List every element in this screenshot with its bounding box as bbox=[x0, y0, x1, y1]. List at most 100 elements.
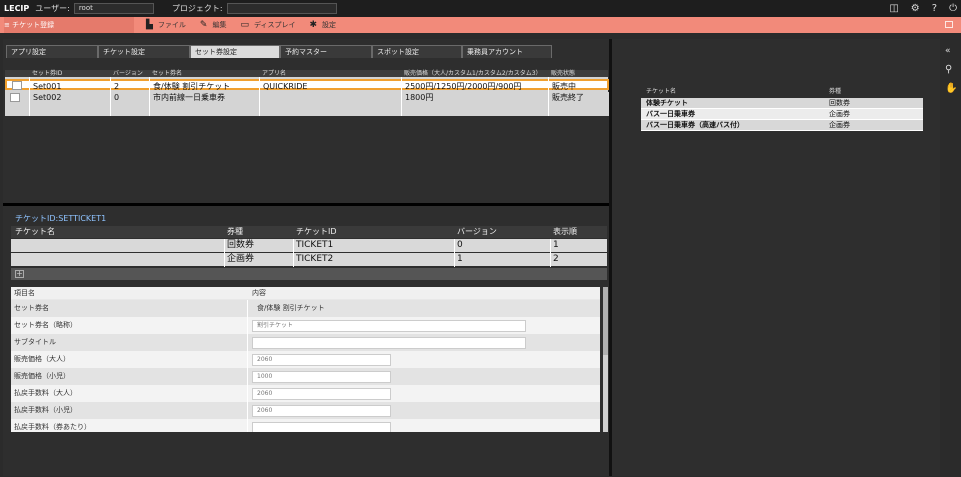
cell-ticket-version: 0 bbox=[457, 240, 463, 250]
menu-title[interactable]: ≡ チケット登録 bbox=[4, 17, 134, 33]
col-divider bbox=[247, 334, 248, 351]
list-item-type: 回数券 bbox=[829, 99, 850, 107]
tab-spot-settings[interactable]: スポット設定 bbox=[372, 45, 462, 58]
adult-price-input[interactable]: 2060 bbox=[252, 354, 391, 366]
form-row: 払戻手数料（大人） 2060 bbox=[11, 385, 600, 402]
col-divider bbox=[110, 77, 111, 116]
edit-icon: ✎ bbox=[199, 20, 208, 30]
ticket-list-grid: チケット名 券種 体験チケット 回数券 バス一日乗車券 企画券 バス一日乗車券（… bbox=[641, 86, 923, 131]
menu-edit-label: 編集 bbox=[212, 21, 227, 29]
per-ticket-refund-fee-input[interactable] bbox=[252, 422, 391, 432]
tab-crew-account[interactable]: 乗務員アカウント bbox=[462, 45, 552, 58]
col-divider bbox=[293, 239, 294, 267]
cell-status: 販売終了 bbox=[552, 93, 584, 102]
cell-price: 1800円 bbox=[405, 93, 434, 102]
form-row: 払戻手数料（券あたり） bbox=[11, 419, 600, 432]
col-ticket-version: バージョン bbox=[457, 227, 497, 236]
col-divider bbox=[247, 351, 248, 368]
hand-icon[interactable]: ✋ bbox=[945, 83, 957, 94]
form-row: セット券名 食/体験 割引チケット bbox=[11, 300, 600, 317]
col-ticket-id: チケットID bbox=[296, 227, 337, 236]
add-row-bar: + bbox=[11, 268, 607, 280]
cell-display-order: 1 bbox=[553, 240, 559, 250]
short-name-input[interactable]: 割引チケット bbox=[252, 320, 526, 332]
row-checkbox[interactable] bbox=[12, 81, 22, 90]
ticket-list-header: チケット名 券種 bbox=[641, 86, 923, 98]
ticket-grid: チケット名 券種 チケットID バージョン 表示順 回数券 TICKET1 0 … bbox=[11, 226, 607, 268]
logout-icon[interactable]: ⏻ bbox=[949, 0, 957, 17]
menu-display[interactable]: ▭ ディスプレイ bbox=[240, 20, 295, 30]
col-divider bbox=[247, 402, 248, 419]
menu-edit[interactable]: ✎ 編集 bbox=[200, 20, 227, 30]
child-price-input[interactable]: 1000 bbox=[252, 371, 391, 383]
cell-ticket-type: 回数券 bbox=[227, 240, 255, 250]
col-divider bbox=[401, 77, 402, 116]
menu-settings[interactable]: ✱ 設定 bbox=[310, 20, 337, 30]
adult-refund-fee-input[interactable]: 2060 bbox=[252, 388, 391, 400]
col-divider bbox=[550, 239, 551, 267]
detail-form: 項目名 内容 セット券名 食/体験 割引チケット セット券名（略称） 割引チケッ… bbox=[11, 287, 600, 432]
form-scrollbar[interactable] bbox=[603, 287, 608, 432]
field-label: 払戻手数料（大人） bbox=[14, 389, 77, 397]
form-row: サブタイトル bbox=[11, 334, 600, 351]
col-display-order: 表示順 bbox=[553, 227, 577, 236]
col-version: バージョン bbox=[113, 70, 143, 77]
split-divider[interactable] bbox=[3, 203, 609, 206]
row-checkbox[interactable] bbox=[10, 93, 20, 102]
col-divider bbox=[247, 385, 248, 402]
col-divider bbox=[454, 239, 455, 267]
collapse-icon[interactable]: « bbox=[945, 46, 951, 56]
help-icon[interactable]: ? bbox=[932, 0, 937, 17]
window-icon[interactable] bbox=[945, 21, 953, 28]
form-row: 販売価格（小児） 1000 bbox=[11, 368, 600, 385]
cell-ticket-id: TICKET2 bbox=[296, 254, 334, 264]
detail-form-header: 項目名 内容 bbox=[11, 287, 600, 299]
subtitle-input[interactable] bbox=[252, 337, 526, 349]
cell-price: 2500円/1250円/2000円/900円 bbox=[405, 82, 522, 91]
add-icon[interactable]: + bbox=[15, 270, 24, 278]
user-field[interactable]: root bbox=[73, 3, 154, 14]
menu-settings-label: 設定 bbox=[322, 21, 337, 29]
list-item[interactable]: バス一日乗車券（高速バス付） 企画券 bbox=[641, 120, 923, 131]
col-status: 販売状態 bbox=[551, 70, 576, 77]
tab-set-ticket-settings[interactable]: セット券設定 bbox=[190, 45, 280, 58]
cell-version: 0 bbox=[114, 93, 120, 102]
tab-app-settings[interactable]: アプリ設定 bbox=[6, 45, 98, 58]
list-item[interactable]: 体験チケット 回数券 bbox=[641, 98, 923, 109]
list-item-name: 体験チケット bbox=[646, 99, 688, 107]
table-row[interactable]: Set002 0 市内前線一日乗車券 1800円 販売終了 bbox=[5, 92, 609, 103]
gear-icon[interactable]: ⚙ bbox=[911, 0, 920, 17]
table-row[interactable]: 企画券 TICKET2 1 2 bbox=[11, 253, 607, 266]
table-row[interactable]: 回数券 TICKET1 0 1 bbox=[11, 239, 607, 252]
list-item[interactable]: バス一日乗車券 企画券 bbox=[641, 109, 923, 120]
file-icon: ▙ bbox=[146, 20, 153, 30]
col-set-id: セット券ID bbox=[32, 70, 63, 77]
tab-reservation-master[interactable]: 予約マスター bbox=[280, 45, 372, 58]
side-toolbar: « ⚲ ✋ bbox=[940, 39, 961, 476]
top-bar: LECIP ユーザー: root プロジェクト: ◫ ⚙ ? ⏻ bbox=[0, 0, 961, 17]
col-divider bbox=[224, 239, 225, 267]
list-item-name: バス一日乗車券（高速バス付） bbox=[646, 121, 744, 129]
col-divider bbox=[247, 368, 248, 385]
col-divider bbox=[29, 77, 30, 116]
list-item-name: バス一日乗車券 bbox=[646, 110, 695, 118]
col-divider bbox=[247, 317, 248, 334]
col-ticket-type: 券種 bbox=[829, 88, 842, 95]
project-field[interactable] bbox=[226, 3, 337, 14]
scrollbar-thumb[interactable] bbox=[603, 287, 608, 355]
menu-file[interactable]: ▙ ファイル bbox=[146, 20, 186, 30]
child-refund-fee-input[interactable]: 2060 bbox=[252, 405, 391, 417]
table-row[interactable]: Set001 2 食/体験 割引チケット QUICKRIDE 2500円/125… bbox=[5, 79, 609, 91]
col-ticket-name: チケット名 bbox=[15, 227, 55, 236]
col-content: 内容 bbox=[252, 289, 266, 297]
col-set-name: セット券名 bbox=[152, 70, 183, 77]
display-icon: ▭ bbox=[240, 20, 249, 30]
search-icon[interactable]: ⚲ bbox=[945, 64, 952, 75]
field-label: 払戻手数料（券あたり） bbox=[14, 423, 91, 431]
col-divider bbox=[247, 419, 248, 432]
tab-ticket-settings[interactable]: チケット設定 bbox=[98, 45, 190, 58]
cell-status: 販売中 bbox=[552, 82, 576, 91]
panel-icon[interactable]: ◫ bbox=[889, 0, 898, 17]
settings-icon: ✱ bbox=[309, 20, 318, 30]
tab-bar: アプリ設定 チケット設定 セット券設定 予約マスター スポット設定 乗務員アカウ… bbox=[6, 45, 552, 58]
